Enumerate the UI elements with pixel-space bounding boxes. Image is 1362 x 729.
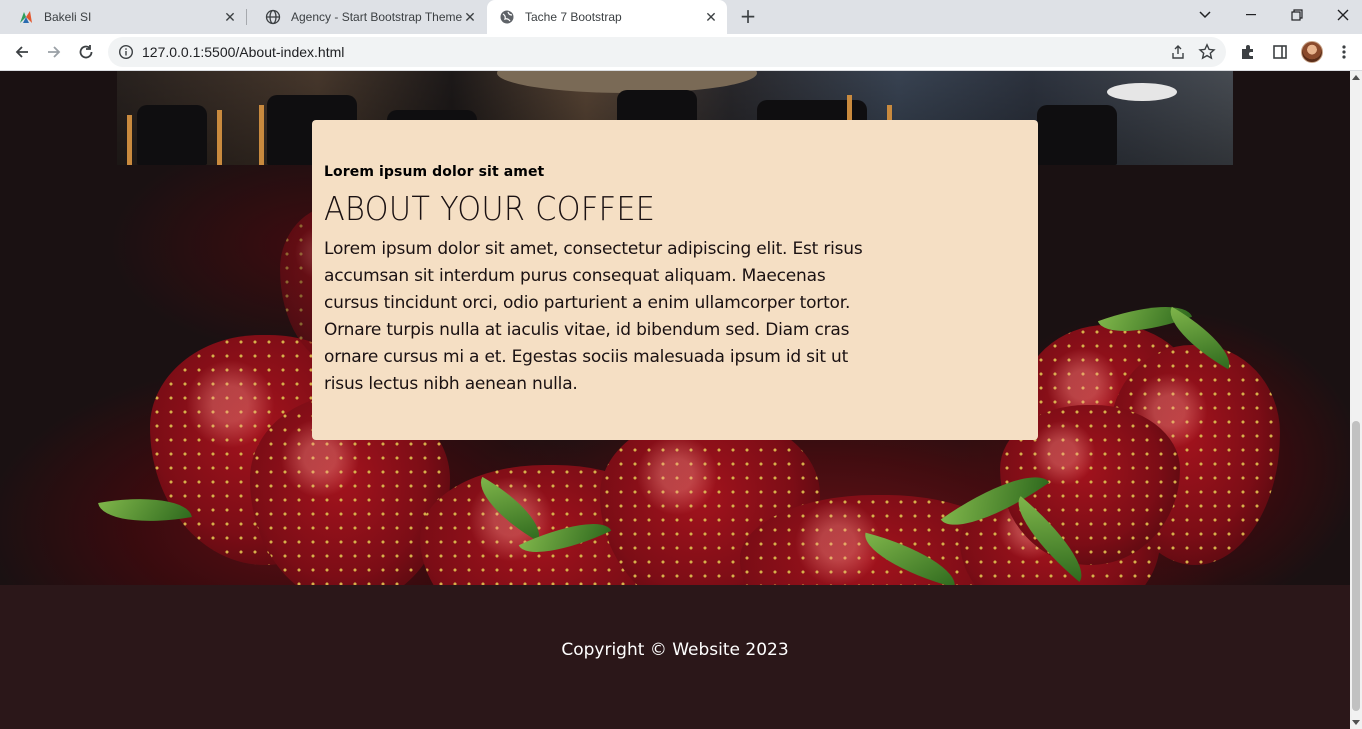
close-window-icon[interactable] <box>1320 0 1362 30</box>
card-subtitle: Lorem ipsum dolor sit amet <box>324 164 545 180</box>
close-tab-icon[interactable]: ✕ <box>462 9 478 25</box>
extensions-puzzle-icon[interactable] <box>1238 42 1258 62</box>
copyright-text: Copyright © Website 2023 <box>561 640 789 660</box>
tab-title: Bakeli SI <box>44 10 92 24</box>
page-footer: Copyright © Website 2023 <box>0 585 1350 729</box>
scroll-up-arrow-icon[interactable] <box>1352 75 1360 80</box>
forward-arrow-icon[interactable] <box>40 38 68 66</box>
scrollbar-thumb[interactable] <box>1352 421 1360 711</box>
share-icon[interactable] <box>1170 44 1186 64</box>
url-text: 127.0.0.1:5500/About-index.html <box>142 44 345 60</box>
tab-bakeli[interactable]: Bakeli SI ✕ <box>0 0 246 34</box>
tab-agency[interactable]: Agency - Start Bootstrap Theme ✕ <box>247 0 486 34</box>
close-tab-icon[interactable]: ✕ <box>222 9 238 25</box>
photo-chair <box>1037 105 1117 165</box>
page-scrollbar[interactable] <box>1350 71 1362 729</box>
tab-search-icon[interactable] <box>1182 0 1228 30</box>
globe-icon <box>499 9 515 25</box>
bookmark-star-icon[interactable] <box>1198 43 1216 65</box>
back-arrow-icon[interactable] <box>8 38 36 66</box>
tab-strip: Bakeli SI ✕ Agency - Start Bootstrap The… <box>0 0 1362 34</box>
about-card: Lorem ipsum dolor sit amet ABOUT YOUR CO… <box>312 120 1038 440</box>
tab-tache7[interactable]: Tache 7 Bootstrap ✕ <box>487 0 727 34</box>
bakeli-favicon <box>18 9 34 25</box>
tab-title: Tache 7 Bootstrap <box>525 10 622 24</box>
card-heading: ABOUT YOUR COFFEE <box>324 189 656 228</box>
photo-chair-leg <box>217 110 222 165</box>
photo-chair-leg <box>259 105 264 165</box>
site-info-icon[interactable] <box>118 44 134 60</box>
minimize-icon[interactable] <box>1228 0 1274 30</box>
close-tab-icon[interactable]: ✕ <box>703 9 719 25</box>
new-tab-button[interactable]: + <box>736 5 760 29</box>
photo-chair <box>137 105 207 165</box>
restore-icon[interactable] <box>1274 0 1320 30</box>
photo-chair-leg <box>127 115 132 165</box>
tab-title: Agency - Start Bootstrap Theme <box>291 10 462 24</box>
browser-toolbar: 127.0.0.1:5500/About-index.html <box>0 34 1362 71</box>
page-viewport: Lorem ipsum dolor sit amet ABOUT YOUR CO… <box>0 71 1350 729</box>
more-menu-icon[interactable] <box>1334 42 1354 62</box>
reload-icon[interactable] <box>72 38 100 66</box>
photo-plate <box>1107 83 1177 101</box>
side-panel-icon[interactable] <box>1270 42 1290 62</box>
globe-icon <box>265 9 281 25</box>
scroll-down-arrow-icon[interactable] <box>1352 720 1360 725</box>
card-paragraph: Lorem ipsum dolor sit amet, consectetur … <box>324 239 863 394</box>
profile-avatar[interactable] <box>1301 41 1323 63</box>
address-bar[interactable]: 127.0.0.1:5500/About-index.html <box>108 37 1226 67</box>
